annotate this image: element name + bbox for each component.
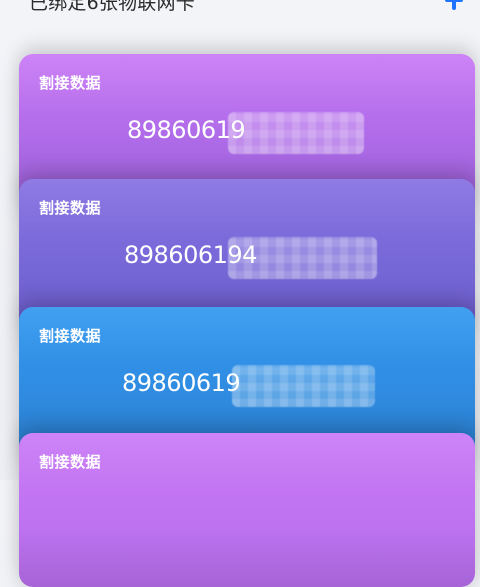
add-card-button[interactable]	[442, 0, 466, 15]
masked-number-section	[228, 237, 377, 279]
card-title: 割接数据	[39, 199, 102, 217]
bound-card-count-text: 已绑定6张物联网卡	[29, 0, 195, 14]
card-number: 89860619	[122, 369, 241, 397]
masked-number-section	[228, 112, 364, 154]
card-4[interactable]: 割接数据	[19, 433, 475, 587]
card-title: 割接数据	[39, 327, 102, 345]
card-title: 割接数据	[39, 453, 102, 471]
masked-number-section	[232, 365, 375, 407]
card-title: 割接数据	[39, 74, 102, 92]
